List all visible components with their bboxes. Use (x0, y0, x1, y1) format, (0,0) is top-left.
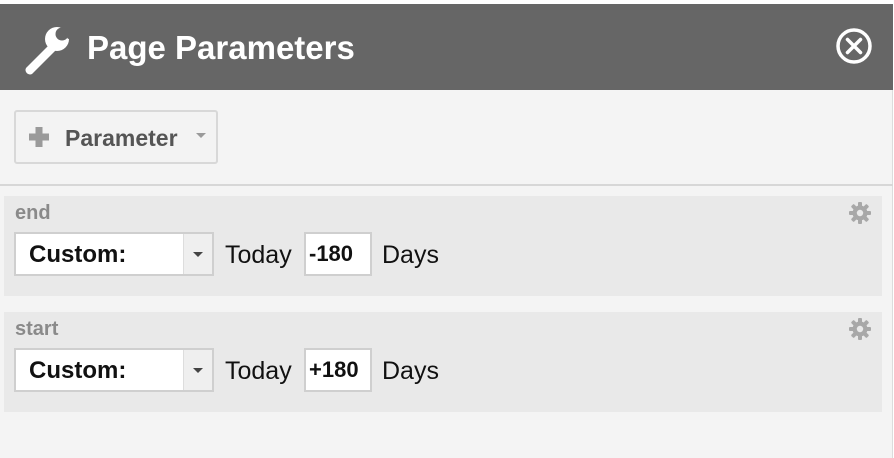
parameter-row-end: end Custom: Today Days (4, 196, 882, 296)
parameter-row-start: start Custom: Today Days (4, 312, 882, 412)
offset-days-input[interactable] (304, 232, 372, 276)
plus-icon (28, 126, 50, 148)
add-parameter-label: Parameter (65, 125, 178, 151)
gear-icon[interactable] (848, 201, 872, 225)
page-parameters-panel: Page Parameters Parameter end Custom: To… (0, 4, 893, 458)
select-arrow-area[interactable] (183, 350, 212, 390)
date-mode-value: Custom: (29, 357, 127, 384)
wrench-icon (20, 24, 72, 76)
base-date-label: Today (225, 357, 292, 385)
caret-down-icon (193, 252, 203, 257)
caret-down-icon (193, 368, 203, 373)
offset-days-input[interactable] (304, 348, 372, 392)
parameter-name: end (15, 202, 51, 224)
close-icon[interactable] (834, 26, 874, 66)
toolbar: Parameter (0, 90, 893, 186)
titlebar: Page Parameters (0, 4, 893, 90)
gear-icon[interactable] (848, 317, 872, 341)
caret-down-icon (196, 133, 206, 138)
date-mode-select[interactable]: Custom: (14, 232, 214, 276)
unit-label: Days (382, 357, 439, 385)
date-mode-select[interactable]: Custom: (14, 348, 214, 392)
page-title: Page Parameters (87, 29, 355, 66)
parameter-name: start (15, 318, 59, 340)
base-date-label: Today (225, 241, 292, 269)
add-parameter-button[interactable]: Parameter (14, 110, 218, 164)
date-mode-value: Custom: (29, 241, 127, 268)
select-arrow-area[interactable] (183, 234, 212, 274)
unit-label: Days (382, 241, 439, 269)
